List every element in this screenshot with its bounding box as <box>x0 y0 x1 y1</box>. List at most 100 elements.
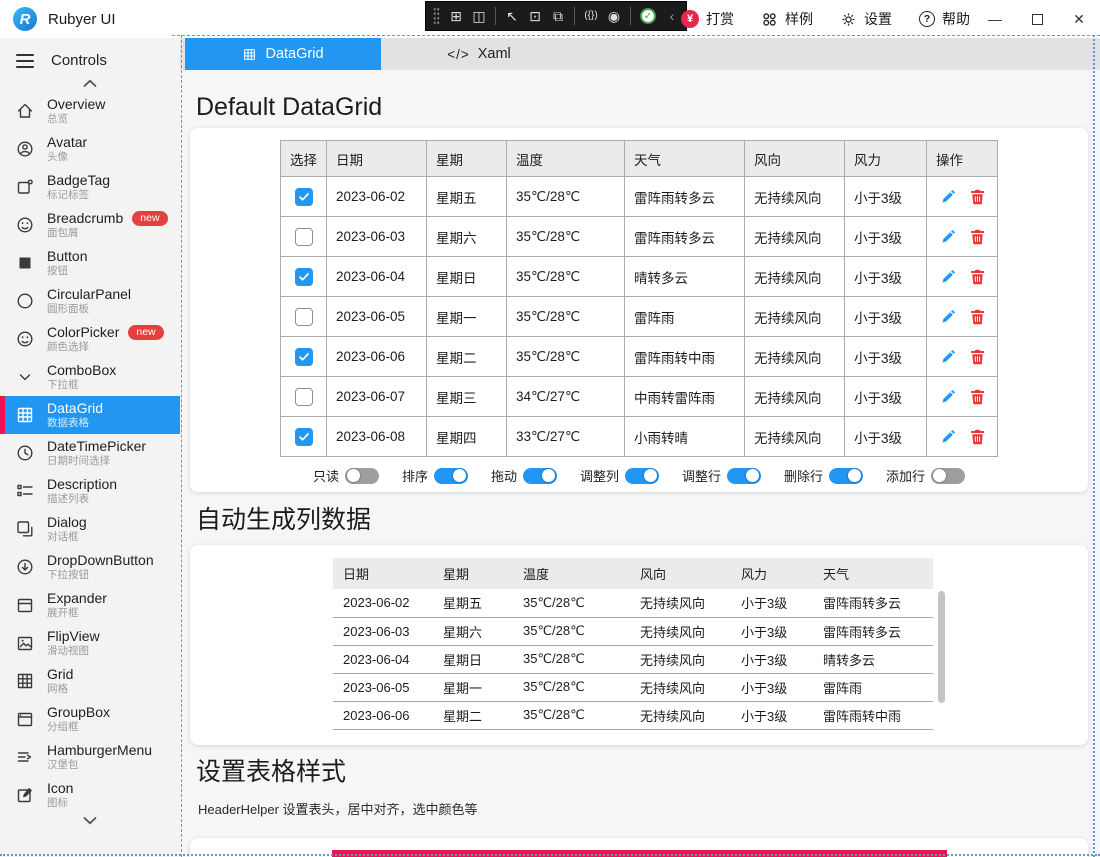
edit-button[interactable] <box>940 389 956 405</box>
delete-button[interactable] <box>970 189 985 205</box>
sidebar-item-datagrid[interactable]: DataGrid数据表格 <box>0 396 180 434</box>
table-row[interactable]: 2023-06-03星期六35℃/28℃无持续风向小于3级雷阵雨转多云 <box>333 617 933 645</box>
sidebar-item-flipview[interactable]: FlipView滑动视图 <box>0 624 180 662</box>
toggle-添加行[interactable] <box>931 468 965 484</box>
hamburger-menu-icon[interactable] <box>16 54 34 68</box>
minimize-button[interactable]: — <box>974 0 1016 38</box>
close-button[interactable]: ✕ <box>1058 0 1100 38</box>
sidebar-item-overview[interactable]: Overview总览 <box>0 92 180 130</box>
cell: 星期五 <box>433 589 513 617</box>
delete-button[interactable] <box>970 309 985 325</box>
auto-column-header-1[interactable]: 星期 <box>433 558 513 589</box>
toggle-删除行[interactable] <box>829 468 863 484</box>
delete-button[interactable] <box>970 269 985 285</box>
toggle-group: 调整行 <box>682 466 761 485</box>
edit-button[interactable] <box>940 269 956 285</box>
table-row[interactable]: 2023-06-02星期五35℃/28℃雷阵雨转多云无持续风向小于3级 <box>281 177 998 217</box>
table-row[interactable]: 2023-06-06星期二35℃/28℃雷阵雨转中雨无持续风向小于3级 <box>281 337 998 377</box>
table-row[interactable]: 2023-06-05星期一35℃/28℃无持续风向小于3级雷阵雨 <box>333 673 933 701</box>
sidebar-item-description[interactable]: Description描述列表 <box>0 472 180 510</box>
column-header-5[interactable]: 风向 <box>745 141 845 177</box>
table-row[interactable]: 2023-06-04星期日35℃/28℃无持续风向小于3级晴转多云 <box>333 645 933 673</box>
sidebar-item-badgetag[interactable]: BadgeTag标记标签 <box>0 168 180 206</box>
table-row[interactable]: 2023-06-07星期三34℃/27℃中雨转雷阵雨无持续风向小于3级 <box>281 377 998 417</box>
table-row[interactable]: 2023-06-03星期六35℃/28℃雷阵雨转多云无持续风向小于3级 <box>281 217 998 257</box>
table-row[interactable]: 2023-06-02星期五35℃/28℃无持续风向小于3级雷阵雨转多云 <box>333 589 933 617</box>
toggle-调整行[interactable] <box>727 468 761 484</box>
row-checkbox[interactable] <box>295 428 313 446</box>
edit-button[interactable] <box>940 229 956 245</box>
sidebar-item-dropdownbutton[interactable]: DropDownButton下拉按钮 <box>0 548 180 586</box>
sidebar-item-hamburgermenu[interactable]: HamburgerMenu汉堡包 <box>0 738 180 776</box>
sidebar-item-expander[interactable]: Expander展开框 <box>0 586 180 624</box>
accessibility-checker-icon[interactable]: ◉ <box>607 9 621 23</box>
sidebar-item-datetimepicker[interactable]: DateTimePicker日期时间选择 <box>0 434 180 472</box>
edit-button[interactable] <box>940 309 956 325</box>
row-checkbox[interactable] <box>295 388 313 406</box>
table-row[interactable]: 2023-06-08星期四33℃/27℃小雨转晴无持续风向小于3级 <box>281 417 998 457</box>
select-element-icon[interactable]: ↖ <box>505 9 519 23</box>
sidebar-item-groupbox[interactable]: GroupBox分组框 <box>0 700 180 738</box>
auto-column-header-0[interactable]: 日期 <box>333 558 433 589</box>
sidebar-item-grid[interactable]: Grid网格 <box>0 662 180 700</box>
actions-cell <box>927 297 998 337</box>
hot-reload-icon[interactable]: ({}) <box>584 11 598 21</box>
sidebar-item-avatar[interactable]: Avatar头像 <box>0 130 180 168</box>
row-checkbox[interactable] <box>295 348 313 366</box>
tab-datagrid[interactable]: DataGrid <box>185 38 381 70</box>
delete-button[interactable] <box>970 429 985 445</box>
sidebar-item-breadcrumb[interactable]: Breadcrumbnew面包屑 <box>0 206 180 244</box>
auto-column-header-3[interactable]: 风向 <box>630 558 731 589</box>
sidebar-item-colorpicker[interactable]: ColorPickernew颜色选择 <box>0 320 180 358</box>
toggle-只读[interactable] <box>345 468 379 484</box>
tab-xaml[interactable]: </> Xaml <box>381 38 577 70</box>
sidebar-item-dialog[interactable]: Dialog对话框 <box>0 510 180 548</box>
column-header-3[interactable]: 温度 <box>507 141 625 177</box>
menu-item-donate[interactable]: ¥打赏 <box>681 9 734 29</box>
sidebar-item-combobox[interactable]: ComboBox下拉框 <box>0 358 180 396</box>
row-checkbox[interactable] <box>295 228 313 246</box>
maximize-button[interactable] <box>1016 0 1058 38</box>
collapse-toolbar-icon[interactable]: ‹ <box>665 9 679 23</box>
table-row[interactable]: 2023-06-06星期二35℃/28℃无持续风向小于3级雷阵雨转中雨 <box>333 701 933 729</box>
scrollbar-thumb[interactable] <box>938 591 945 703</box>
auto-column-header-5[interactable]: 天气 <box>813 558 933 589</box>
edit-button[interactable] <box>940 349 956 365</box>
delete-button[interactable] <box>970 349 985 365</box>
column-header-1[interactable]: 日期 <box>327 141 427 177</box>
column-header-4[interactable]: 天气 <box>625 141 745 177</box>
track-element-icon[interactable]: ⧉ <box>551 9 565 23</box>
menu-item-samples[interactable]: 样例 <box>761 9 813 29</box>
sidebar-item-button[interactable]: Button按钮 <box>0 244 180 282</box>
toolbar-grip[interactable] <box>433 7 440 25</box>
sidebar-scroll-down-button[interactable] <box>0 816 180 825</box>
toggle-拖动[interactable] <box>523 468 557 484</box>
table-row[interactable]: 2023-06-05星期一35℃/28℃雷阵雨无持续风向小于3级 <box>281 297 998 337</box>
menu-item-settings[interactable]: 设置 <box>840 9 892 29</box>
header-row: 日期星期温度风向风力天气 <box>333 558 933 589</box>
toggle-调整列[interactable] <box>625 468 659 484</box>
sidebar-scroll-up-button[interactable] <box>0 79 180 88</box>
screenshot-icon[interactable]: ◫ <box>472 9 486 23</box>
sidebar-item-circularpanel[interactable]: CircularPanel圆形面板 <box>0 282 180 320</box>
delete-button[interactable] <box>970 229 985 245</box>
edit-button[interactable] <box>940 429 956 445</box>
display-adorners-icon[interactable]: ⊡ <box>528 9 542 23</box>
live-visual-tree-icon[interactable]: ⊞ <box>449 9 463 23</box>
menu-item-help[interactable]: ?帮助 <box>919 9 970 29</box>
column-header-6[interactable]: 风力 <box>845 141 927 177</box>
auto-column-header-2[interactable]: 温度 <box>513 558 630 589</box>
row-checkbox[interactable] <box>295 308 313 326</box>
auto-column-header-4[interactable]: 风力 <box>731 558 813 589</box>
row-checkbox[interactable] <box>295 188 313 206</box>
row-checkbox[interactable] <box>295 268 313 286</box>
delete-button[interactable] <box>970 389 985 405</box>
sidebar-item-icon[interactable]: Icon图标 <box>0 776 180 814</box>
toggle-排序[interactable] <box>434 468 468 484</box>
edit-button[interactable] <box>940 189 956 205</box>
column-header-7[interactable]: 操作 <box>927 141 998 177</box>
table-row[interactable]: 2023-06-04星期日35℃/28℃晴转多云无持续风向小于3级 <box>281 257 998 297</box>
column-header-0[interactable]: 选择 <box>281 141 327 177</box>
column-header-2[interactable]: 星期 <box>427 141 507 177</box>
hot-reload-success-icon[interactable]: ✓ <box>640 8 656 24</box>
